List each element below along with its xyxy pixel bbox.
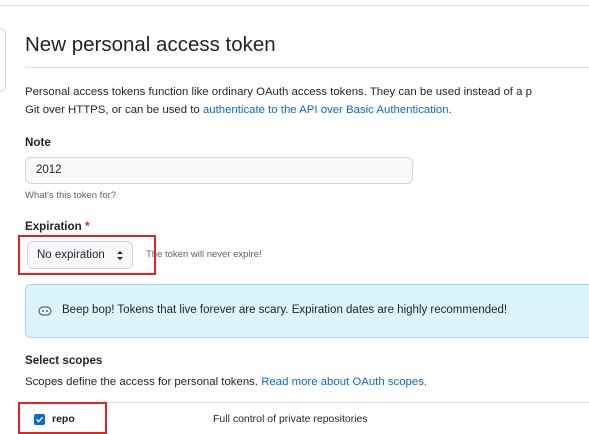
expiration-select[interactable]: No expiration	[27, 241, 133, 269]
description-line-2: Git over HTTPS, or can be used to authen…	[25, 101, 589, 119]
page-description: Personal access tokens function like ord…	[25, 83, 589, 119]
expiration-selected-value: No expiration	[37, 249, 105, 261]
oauth-scopes-link[interactable]: Read more about OAuth scopes.	[261, 376, 427, 388]
note-hint: What's this token for?	[25, 190, 117, 201]
top-divider	[0, 5, 589, 6]
description-line-2-text: Git over HTTPS, or can be used to	[25, 104, 203, 116]
basic-auth-link[interactable]: authenticate to the API over Basic Authe…	[203, 104, 449, 116]
expiration-warning-banner: Beep bop! Tokens that live forever are s…	[25, 284, 589, 338]
sidebar-panel-edge	[0, 28, 6, 92]
expiration-label-text: Expiration	[25, 220, 82, 233]
scopes-heading: Select scopes	[25, 354, 103, 367]
expiration-note: The token will never expire!	[146, 249, 262, 260]
scopes-description: Scopes define the access for personal to…	[25, 376, 427, 388]
scope-divider	[25, 402, 589, 403]
expiration-label: Expiration *	[25, 220, 89, 233]
repo-scope-name: repo	[52, 413, 75, 425]
note-label: Note	[25, 136, 51, 149]
title-divider	[25, 67, 589, 68]
page-title: New personal access token	[25, 33, 276, 56]
copilot-icon	[38, 304, 52, 318]
repo-scope-checkbox[interactable]	[34, 414, 45, 425]
select-arrows-icon	[116, 242, 124, 268]
required-star: *	[84, 220, 90, 233]
checkmark-icon	[35, 416, 44, 423]
note-input[interactable]: 2012	[25, 157, 413, 184]
repo-scope-description: Full control of private repositories	[213, 413, 368, 425]
warning-message: Beep bop! Tokens that live forever are s…	[62, 304, 508, 316]
description-end: .	[448, 104, 452, 116]
scopes-description-text: Scopes define the access for personal to…	[25, 376, 262, 388]
description-line-1: Personal access tokens function like ord…	[25, 86, 532, 98]
